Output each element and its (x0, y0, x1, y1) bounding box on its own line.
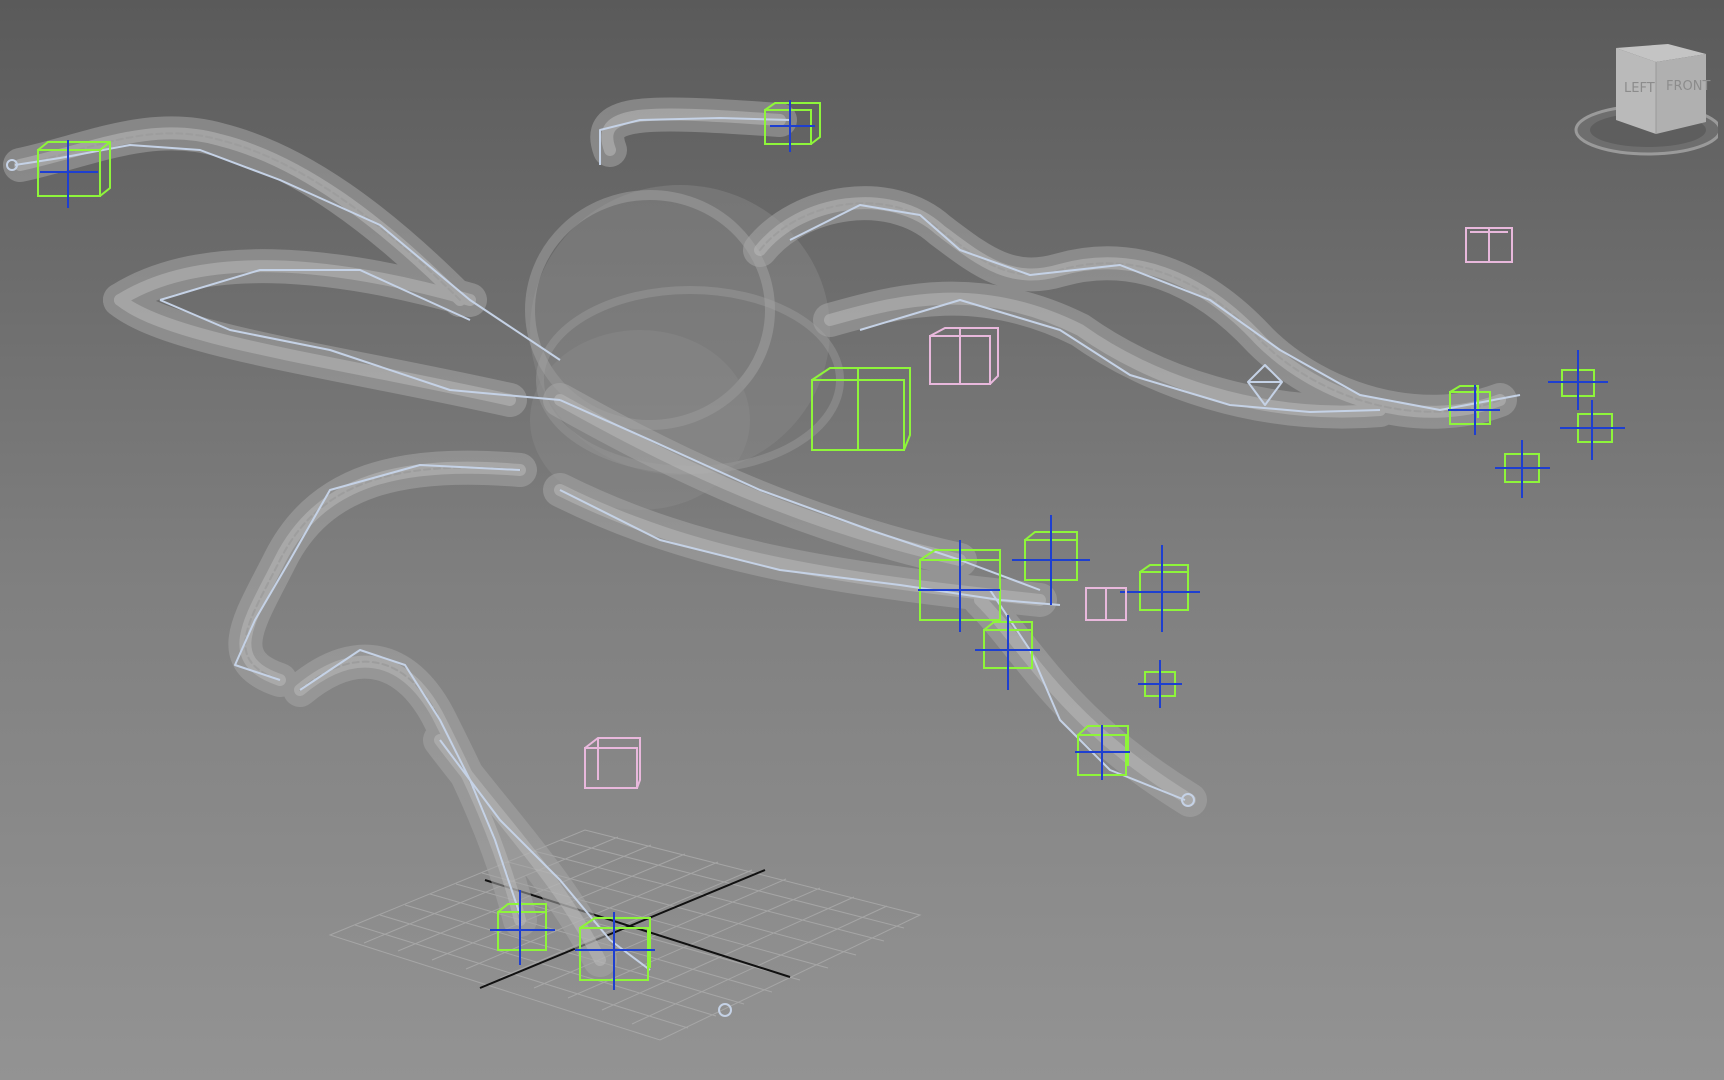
ik-control-box[interactable] (811, 367, 911, 451)
point-helper-icon[interactable] (929, 327, 999, 385)
ik-control-box[interactable] (1139, 564, 1189, 611)
viewcube-icon[interactable]: LEFT FRONT (1568, 36, 1718, 166)
ground-grid (328, 829, 922, 1041)
point-helper-icon[interactable] (584, 737, 641, 789)
viewcube-front-label[interactable]: FRONT (1666, 79, 1710, 94)
point-helper-icon[interactable] (1465, 227, 1513, 263)
octopus-mesh-wireframe[interactable] (3, 97, 1517, 977)
3d-viewport[interactable]: LEFT FRONT (0, 0, 1724, 1080)
viewcube-left-label[interactable]: LEFT (1624, 81, 1655, 96)
scene-canvas[interactable] (0, 0, 1724, 1080)
